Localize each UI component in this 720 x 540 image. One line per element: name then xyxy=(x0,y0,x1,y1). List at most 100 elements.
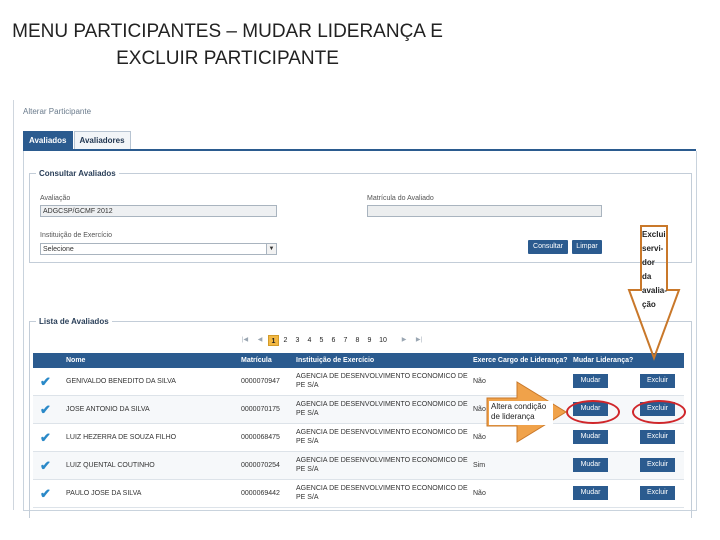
page-2[interactable]: 2 xyxy=(280,335,291,346)
slide-title-line1: MENU PARTICIPANTES – MUDAR LIDERANÇA E xyxy=(12,21,443,42)
cell-instituicao-line2: PE S/A xyxy=(296,410,319,417)
cell-nome: PAULO JOSE DA SILVA xyxy=(66,490,142,497)
page-7[interactable]: 7 xyxy=(340,335,351,346)
cell-matricula: 0000070947 xyxy=(241,378,280,385)
col-cargo: Exerce Cargo de Liderança? xyxy=(473,357,568,364)
cell-instituicao: AGENCIA DE DESENVOLVIMENTO ECONOMICO DE P… xyxy=(296,456,468,474)
cell-instituicao-line2: PE S/A xyxy=(296,382,319,389)
cell-matricula: 0000070254 xyxy=(241,462,280,469)
page-3[interactable]: 3 xyxy=(292,335,303,346)
avaliacao-field[interactable]: ADGCSP/GCMF 2012 xyxy=(40,205,277,217)
instituicao-select[interactable]: Selecione ▼ xyxy=(40,243,277,255)
cell-instituicao: AGENCIA DE DESENVOLVIMENTO ECONOMICO DE P… xyxy=(296,400,468,418)
col-mudar: Mudar Liderança? xyxy=(573,357,634,364)
lista-legend: Lista de Avaliados xyxy=(39,317,109,326)
cell-cargo: Sim xyxy=(473,462,486,469)
cell-instituicao-line1: AGENCIA DE DESENVOLVIMENTO ECONOMICO DE xyxy=(296,373,468,380)
cell-cargo: Não xyxy=(473,378,486,385)
cell-nome: JOSE ANTONIO DA SILVA xyxy=(66,406,150,413)
first-page-icon[interactable]: |◀ xyxy=(238,335,252,346)
pagination: |◀ ◀ 1 2 3 4 5 6 7 8 9 10 ▶ ▶| xyxy=(238,333,427,347)
matricula-label: Matrícula do Avaliado xyxy=(367,195,434,202)
mudar-button[interactable]: Mudar xyxy=(573,486,608,500)
callout-altera: Altera condição de liderança xyxy=(489,401,553,425)
mudar-button[interactable]: Mudar xyxy=(573,458,608,472)
check-icon: ✔ xyxy=(40,486,51,501)
check-icon: ✔ xyxy=(40,402,51,417)
cell-nome: GENIVALDO BENEDITO DA SILVA xyxy=(66,378,176,385)
cell-instituicao-line2: PE S/A xyxy=(296,466,319,473)
consultar-legend: Consultar Avaliados xyxy=(39,169,116,178)
consultar-button[interactable]: Consultar xyxy=(528,240,568,254)
cell-instituicao: AGENCIA DE DESENVOLVIMENTO ECONOMICO DE P… xyxy=(296,372,468,390)
page-10[interactable]: 10 xyxy=(376,335,390,346)
cell-instituicao: AGENCIA DE DESENVOLVIMENTO ECONOMICO DE P… xyxy=(296,484,468,502)
callout-exclui-line: ção xyxy=(642,300,656,309)
cell-cargo: Não xyxy=(473,434,486,441)
excluir-button[interactable]: Excluir xyxy=(640,374,675,388)
highlight-oval-mudar xyxy=(566,400,620,424)
tab-avaliadores[interactable]: Avaliadores xyxy=(73,131,131,149)
slide-title-line2: EXCLUIR PARTICIPANTE xyxy=(116,48,339,69)
page-8[interactable]: 8 xyxy=(352,335,363,346)
page-1[interactable]: 1 xyxy=(268,334,279,346)
highlight-oval-excluir xyxy=(632,400,686,424)
cell-nome: LUIZ HEZERRA DE SOUZA FILHO xyxy=(66,434,177,441)
cell-cargo: Não xyxy=(473,490,486,497)
mudar-button[interactable]: Mudar xyxy=(573,374,608,388)
callout-exclui: Exclui servi- dor da avalia- ção xyxy=(642,228,667,320)
cell-instituicao-line1: AGENCIA DE DESENVOLVIMENTO ECONOMICO DE xyxy=(296,485,468,492)
last-page-icon[interactable]: ▶| xyxy=(412,335,426,346)
col-instituicao: Instituição de Exercício xyxy=(296,357,375,364)
cell-nome: LUIZ QUENTAL COUTINHO xyxy=(66,462,155,469)
excluir-button[interactable]: Excluir xyxy=(640,430,675,444)
cell-matricula: 0000069442 xyxy=(241,490,280,497)
cell-instituicao-line1: AGENCIA DE DESENVOLVIMENTO ECONOMICO DE xyxy=(296,401,468,408)
table-row: ✔ LUIZ HEZERRA DE SOUZA FILHO 0000068475… xyxy=(33,424,684,452)
next-page-icon[interactable]: ▶ xyxy=(397,335,411,346)
cell-instituicao: AGENCIA DE DESENVOLVIMENTO ECONOMICO DE P… xyxy=(296,428,468,446)
callout-exclui-line: avalia- xyxy=(642,286,667,295)
check-icon: ✔ xyxy=(40,374,51,389)
cell-instituicao-line1: AGENCIA DE DESENVOLVIMENTO ECONOMICO DE xyxy=(296,429,468,436)
left-border xyxy=(13,100,14,510)
excluir-button[interactable]: Excluir xyxy=(640,486,675,500)
app-screenshot: Alterar Participante Avaliados Avaliador… xyxy=(13,100,698,518)
instituicao-selected: Selecione xyxy=(43,246,74,253)
table-row: ✔ PAULO JOSE DA SILVA 0000069442 AGENCIA… xyxy=(33,480,684,508)
tab-bar: Avaliados Avaliadores xyxy=(23,131,132,149)
mudar-button[interactable]: Mudar xyxy=(573,430,608,444)
page-6[interactable]: 6 xyxy=(328,335,339,346)
callout-exclui-line: Exclui xyxy=(642,230,666,239)
check-icon: ✔ xyxy=(40,430,51,445)
tab-avaliados[interactable]: Avaliados xyxy=(23,131,73,149)
cell-matricula: 0000068475 xyxy=(241,434,280,441)
col-matricula: Matrícula xyxy=(241,357,272,364)
table-header: Nome Matrícula Instituição de Exercício … xyxy=(33,353,684,368)
instituicao-label: Instituição de Exercício xyxy=(40,232,112,239)
cell-instituicao-line2: PE S/A xyxy=(296,494,319,501)
callout-altera-line: Altera condição xyxy=(491,402,547,411)
page-4[interactable]: 4 xyxy=(304,335,315,346)
callout-altera-line: de liderança xyxy=(491,412,535,421)
page-5[interactable]: 5 xyxy=(316,335,327,346)
cell-instituicao-line1: AGENCIA DE DESENVOLVIMENTO ECONOMICO DE xyxy=(296,457,468,464)
breadcrumb: Alterar Participante xyxy=(23,107,92,116)
excluir-button[interactable]: Excluir xyxy=(640,458,675,472)
col-nome: Nome xyxy=(66,357,86,364)
matricula-field[interactable] xyxy=(367,205,602,217)
table-row: ✔ GENIVALDO BENEDITO DA SILVA 0000070947… xyxy=(33,368,684,396)
slide-title: MENU PARTICIPANTES – MUDAR LIDERANÇA E E… xyxy=(0,18,455,72)
chevron-down-icon[interactable]: ▼ xyxy=(266,244,276,254)
cell-matricula: 0000070175 xyxy=(241,406,280,413)
prev-page-icon[interactable]: ◀ xyxy=(253,335,267,346)
cell-instituicao-line2: PE S/A xyxy=(296,438,319,445)
avaliacao-label: Avaliação xyxy=(40,195,71,202)
callout-exclui-line: servi- xyxy=(642,244,664,253)
check-icon: ✔ xyxy=(40,458,51,473)
table-row: ✔ LUIZ QUENTAL COUTINHO 0000070254 AGENC… xyxy=(33,452,684,480)
callout-exclui-line: dor da xyxy=(642,258,655,281)
page-9[interactable]: 9 xyxy=(364,335,375,346)
consultar-fieldset: Consultar Avaliados Avaliação ADGCSP/GCM… xyxy=(29,169,692,263)
limpar-button[interactable]: Limpar xyxy=(572,240,602,254)
